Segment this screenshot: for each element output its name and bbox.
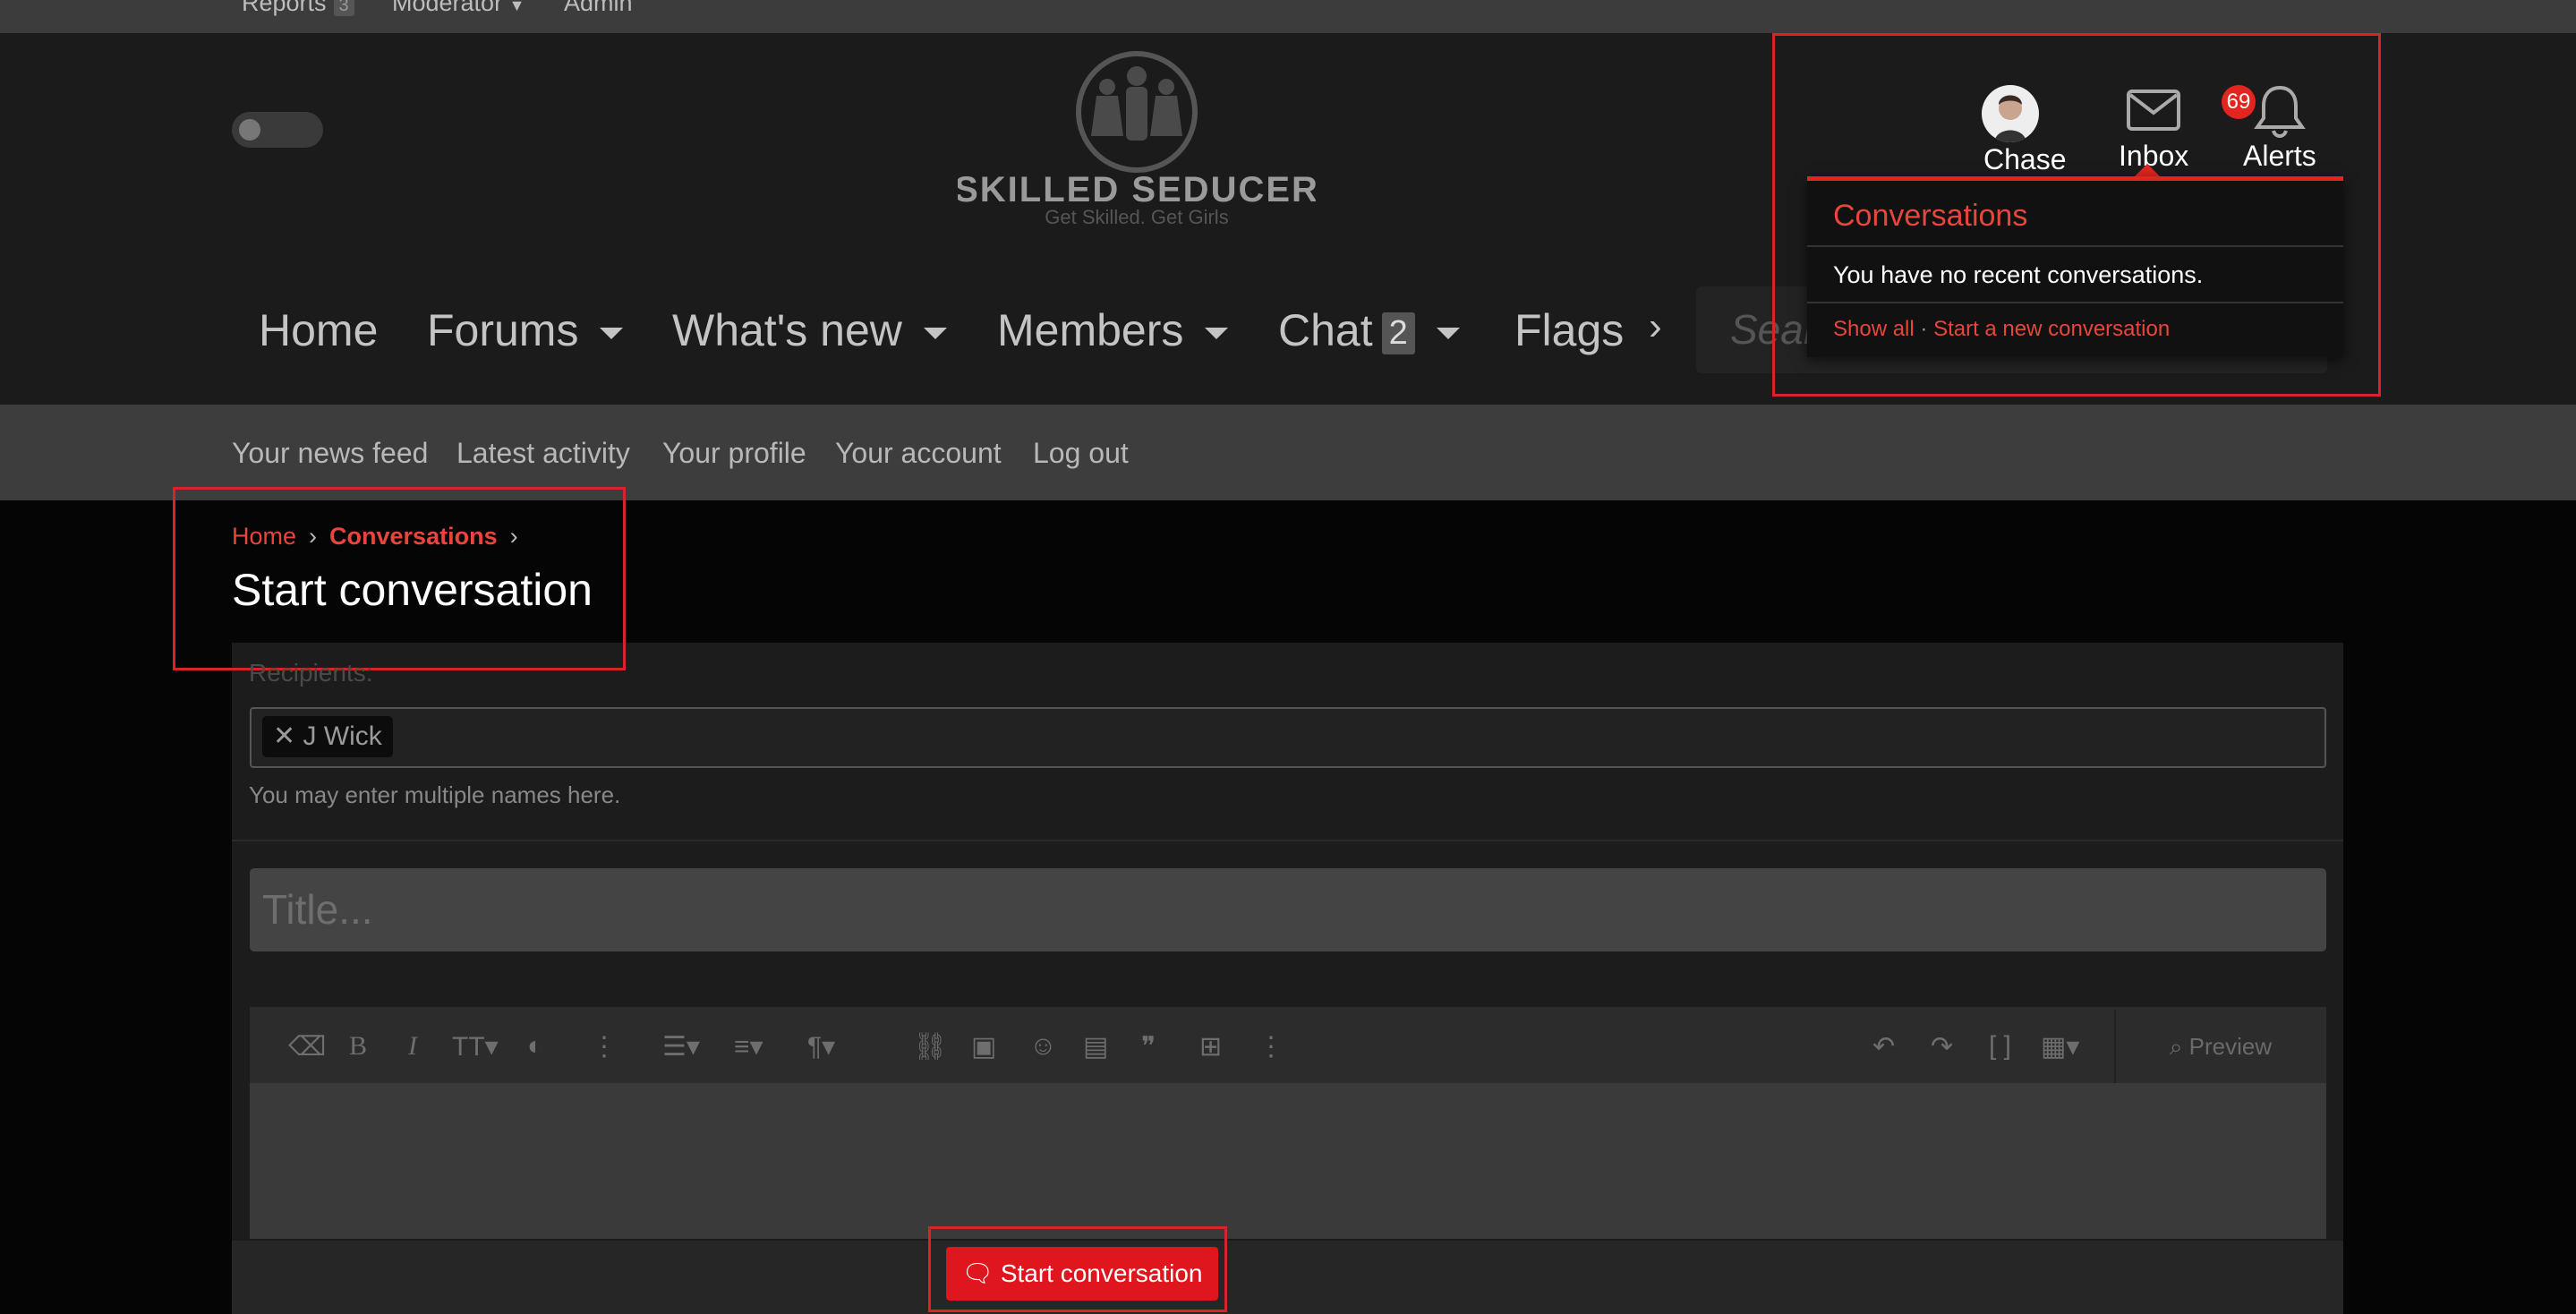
sub-nav: Your news feed Latest activity Your prof… xyxy=(0,405,2576,500)
start-new-conversation-link[interactable]: Start a new conversation xyxy=(1933,317,2170,341)
moderator-menu[interactable]: Moderator ▼ xyxy=(392,0,525,17)
form-footer xyxy=(232,1239,2343,1314)
divider xyxy=(1807,302,2343,303)
image-icon[interactable]: ▣ xyxy=(971,1031,996,1062)
nav-tab-label: Chat xyxy=(1278,305,1373,355)
recipient-token[interactable]: ✕ J Wick xyxy=(262,716,393,757)
chevron-down-icon[interactable] xyxy=(923,328,947,340)
logo-title: SKILLED SEDUCER xyxy=(958,170,1316,209)
envelope-icon[interactable] xyxy=(2127,90,2180,135)
bell-icon[interactable] xyxy=(2254,84,2306,144)
more-vertical-icon[interactable]: ⋮ xyxy=(1258,1031,1284,1062)
recipients-hint: You may enter multiple names here. xyxy=(249,781,621,808)
alerts-count-badge: 69 xyxy=(2222,85,2256,119)
chevron-down-icon[interactable] xyxy=(1436,328,1460,340)
nav-tab-label: Forums xyxy=(427,305,579,355)
preview-label: Preview xyxy=(2188,1033,2273,1060)
close-icon[interactable]: ✕ xyxy=(273,721,303,751)
divider xyxy=(1807,245,2343,247)
nav-tab-label: Flags xyxy=(1514,305,1625,355)
subnav-news-feed[interactable]: Your news feed xyxy=(232,437,428,470)
chat-count-badge: 2 xyxy=(1381,312,1415,355)
bold-icon[interactable]: B xyxy=(349,1031,367,1062)
nav-tab-whats-new[interactable]: What's new xyxy=(672,304,947,356)
link-icon[interactable]: ⛓ xyxy=(913,1031,947,1062)
redo-icon[interactable]: ↷ xyxy=(1931,1031,1953,1062)
preview-icon: ⌕ xyxy=(2169,1033,2189,1060)
preview-button[interactable]: ⌕ Preview xyxy=(2114,1010,2325,1083)
nav-tab-label: What's new xyxy=(672,305,902,355)
start-conversation-label: Start conversation xyxy=(1000,1259,1203,1287)
staff-bar: Reports 3 Moderator ▼ Admin xyxy=(0,0,2576,33)
show-all-link[interactable]: Show all xyxy=(1833,317,1915,341)
nav-tab-label: Members xyxy=(997,305,1184,355)
avatar[interactable] xyxy=(1982,85,2039,142)
subnav-latest-activity[interactable]: Latest activity xyxy=(456,437,630,470)
separator: · xyxy=(1920,317,1928,341)
theme-toggle[interactable] xyxy=(232,112,323,148)
conversations-menu-title[interactable]: Conversations xyxy=(1833,199,2027,234)
nav-tab-members[interactable]: Members xyxy=(997,304,1229,356)
user-name[interactable]: Chase xyxy=(1983,143,2067,176)
highlight-box-title xyxy=(173,487,626,670)
chevron-down-icon[interactable] xyxy=(1205,328,1229,340)
table-icon[interactable]: ⊞ xyxy=(1199,1031,1222,1062)
quote-icon[interactable]: ❞ xyxy=(1141,1031,1156,1062)
nav-tab-flags[interactable]: Flags xyxy=(1514,304,1624,356)
save-draft-icon[interactable]: ▦▾ xyxy=(2041,1031,2079,1062)
italic-icon[interactable]: I xyxy=(408,1031,417,1062)
start-conversation-button[interactable]: 🗨 Start conversation xyxy=(946,1247,1218,1301)
chevron-down-icon: ▼ xyxy=(508,0,525,14)
undo-icon[interactable]: ↶ xyxy=(1872,1031,1895,1062)
toggle-knob xyxy=(239,119,260,141)
more-vertical-icon[interactable]: ⋮ xyxy=(591,1031,618,1062)
align-icon[interactable]: ≡▾ xyxy=(734,1031,763,1062)
subnav-log-out[interactable]: Log out xyxy=(1033,437,1129,470)
palette-icon[interactable]: ◐ xyxy=(527,1031,543,1062)
chat-bubbles-icon: 🗨 xyxy=(961,1259,1001,1287)
eraser-icon[interactable]: ⌫ xyxy=(288,1031,326,1062)
nav-tab-chat[interactable]: Chat 2 xyxy=(1278,304,1460,356)
paragraph-icon[interactable]: ¶▾ xyxy=(807,1031,835,1062)
reports-label: Reports xyxy=(242,0,327,16)
nav-tab-home[interactable]: Home xyxy=(259,304,378,356)
reports-count: 3 xyxy=(333,0,354,16)
recipients-label: Recipients: xyxy=(249,659,373,687)
reports-link[interactable]: Reports 3 xyxy=(242,0,354,17)
subnav-your-profile[interactable]: Your profile xyxy=(662,437,806,470)
recipients-input[interactable] xyxy=(250,707,2326,768)
logo-tagline: Get Skilled. Get Girls xyxy=(1045,206,1228,228)
title-input[interactable]: Title... xyxy=(250,868,2326,951)
bbcode-icon[interactable]: [ ] xyxy=(1989,1031,2011,1062)
nav-tab-label: Home xyxy=(259,305,379,355)
nav-tab-forums[interactable]: Forums xyxy=(427,304,624,356)
conversations-menu-footer: Show all · Start a new conversation xyxy=(1833,317,2170,342)
admin-link[interactable]: Admin xyxy=(564,0,633,17)
font-size-icon[interactable]: TT▾ xyxy=(452,1031,499,1062)
site-logo[interactable]: SKILLED SEDUCER Get Skilled. Get Girls xyxy=(954,40,1318,228)
chevron-down-icon[interactable] xyxy=(600,328,624,340)
moderator-label: Moderator xyxy=(392,0,503,16)
editor-toolbar xyxy=(250,1007,2326,1083)
no-conversations-text: You have no recent conversations. xyxy=(1833,261,2204,288)
divider xyxy=(232,840,2343,841)
subnav-your-account[interactable]: Your account xyxy=(835,437,1002,470)
smiley-icon[interactable]: ☺ xyxy=(1029,1031,1057,1062)
recipient-token-label: J Wick xyxy=(303,721,382,751)
chevron-right-icon[interactable]: › xyxy=(1649,304,1662,349)
alerts-label[interactable]: Alerts xyxy=(2243,140,2316,173)
media-icon[interactable]: ▤ xyxy=(1083,1031,1108,1062)
list-icon[interactable]: ☰▾ xyxy=(662,1031,700,1062)
dropdown-arrow xyxy=(2135,164,2160,176)
